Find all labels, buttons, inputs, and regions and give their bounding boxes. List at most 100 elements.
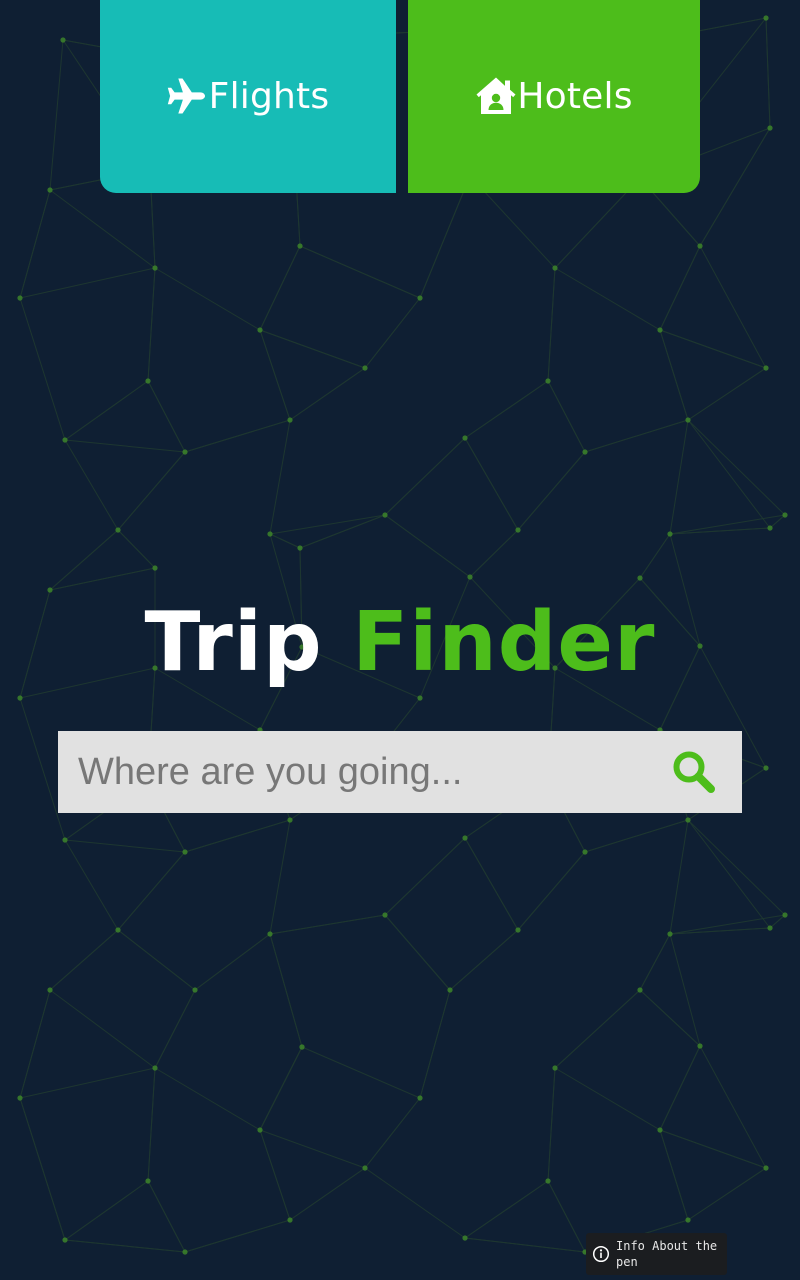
network-line xyxy=(64,439,119,531)
network-dot xyxy=(115,527,121,533)
network-line xyxy=(19,989,51,1099)
network-line xyxy=(464,1180,549,1239)
network-dot xyxy=(697,1043,703,1049)
network-line xyxy=(289,367,366,421)
network-dot xyxy=(782,512,788,518)
network-line xyxy=(184,419,291,453)
network-dot xyxy=(145,378,151,384)
network-dot xyxy=(47,587,53,593)
network-line xyxy=(19,189,51,299)
network-line xyxy=(364,297,421,369)
network-line xyxy=(687,419,786,516)
network-line xyxy=(584,819,689,853)
network-line xyxy=(384,837,466,916)
network-line xyxy=(384,437,466,516)
network-dot xyxy=(152,1065,158,1071)
network-line xyxy=(547,380,586,453)
network-line xyxy=(419,989,451,1099)
network-line xyxy=(259,245,301,331)
network-line xyxy=(147,380,186,453)
network-dot xyxy=(267,531,273,537)
search-input[interactable] xyxy=(58,731,658,813)
network-line xyxy=(584,419,689,453)
network-line xyxy=(687,819,771,929)
network-line xyxy=(464,380,549,439)
network-dot xyxy=(637,987,643,993)
network-dot xyxy=(763,1165,769,1171)
network-line xyxy=(147,267,156,382)
network-line xyxy=(659,329,767,369)
network-line xyxy=(64,439,186,453)
network-dot xyxy=(685,1217,691,1223)
network-line xyxy=(64,1239,186,1253)
tab-flights-label: Flights xyxy=(208,76,330,117)
network-dot xyxy=(582,849,588,855)
network-line xyxy=(289,1167,366,1221)
network-line xyxy=(64,1180,149,1241)
network-line xyxy=(659,1045,701,1131)
network-dot xyxy=(299,1044,305,1050)
network-line xyxy=(699,1045,767,1169)
network-line xyxy=(639,533,671,579)
network-line xyxy=(659,245,701,331)
network-line xyxy=(299,514,386,549)
tab-hotels-label: Hotels xyxy=(517,76,633,117)
network-dot xyxy=(657,327,663,333)
network-dot xyxy=(462,435,468,441)
network-line xyxy=(259,329,366,369)
network-line xyxy=(765,17,771,129)
network-dot xyxy=(17,1095,23,1101)
network-line xyxy=(364,1167,466,1239)
network-line xyxy=(64,380,149,441)
house-user-icon xyxy=(475,76,517,116)
network-dot xyxy=(782,912,788,918)
network-line xyxy=(364,1097,421,1169)
network-dot xyxy=(552,1065,558,1071)
network-line xyxy=(384,514,471,578)
network-line xyxy=(464,837,519,931)
info-about-pen-button[interactable]: Info About the pen xyxy=(586,1233,727,1275)
network-line xyxy=(184,1219,291,1253)
network-dot xyxy=(667,931,673,937)
network-dot xyxy=(467,574,473,580)
network-line xyxy=(64,839,119,931)
network-line xyxy=(639,933,671,991)
network-line xyxy=(554,989,641,1069)
network-line xyxy=(49,529,119,591)
search-button[interactable] xyxy=(670,748,718,796)
network-dot xyxy=(767,525,773,531)
network-line xyxy=(659,1129,689,1221)
network-line xyxy=(19,1067,156,1099)
network-line xyxy=(554,267,661,331)
network-line xyxy=(547,1067,556,1182)
search-bar xyxy=(58,731,742,813)
network-dot xyxy=(417,295,423,301)
network-dot xyxy=(62,837,68,843)
network-line xyxy=(154,989,196,1069)
network-dot xyxy=(287,417,293,423)
network-dot xyxy=(287,1217,293,1223)
network-line xyxy=(687,1167,767,1221)
network-dot xyxy=(182,1249,188,1255)
network-dot xyxy=(763,15,769,21)
network-dot xyxy=(657,1127,663,1133)
tab-hotels[interactable]: Hotels xyxy=(408,0,700,193)
network-dot xyxy=(685,817,691,823)
tab-flights[interactable]: Flights xyxy=(100,0,396,193)
network-dot xyxy=(182,449,188,455)
network-dot xyxy=(667,531,673,537)
network-dot xyxy=(47,987,53,993)
network-line xyxy=(449,929,519,991)
network-dot xyxy=(685,417,691,423)
network-line xyxy=(154,267,261,331)
search-icon xyxy=(673,751,715,793)
network-line xyxy=(64,839,186,853)
category-tabs: Flights Hotels xyxy=(100,0,700,193)
title-trip: Trip xyxy=(144,595,323,690)
network-line xyxy=(259,329,291,421)
network-dot xyxy=(47,187,53,193)
network-line xyxy=(464,1237,586,1253)
network-line xyxy=(639,989,701,1047)
network-dot xyxy=(362,365,368,371)
network-line xyxy=(154,1067,261,1131)
